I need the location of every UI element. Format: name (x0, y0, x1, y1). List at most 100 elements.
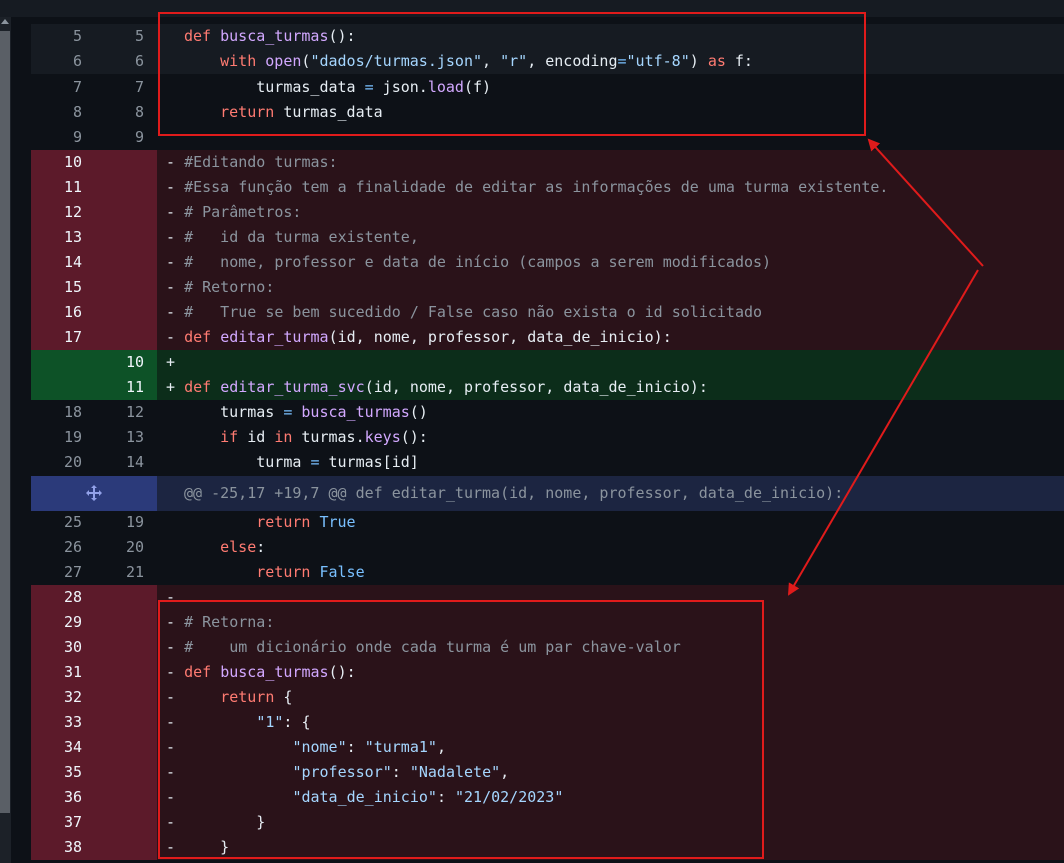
deleted-line[interactable]: 17 - def editar_turma(id, nome, professor… (31, 325, 1064, 350)
new-line-number: 21 (125, 563, 144, 581)
deleted-line[interactable]: 10 - #Editando turmas: (31, 150, 1064, 175)
added-line[interactable]: 10 + (31, 350, 1064, 375)
old-line-number: 14 (63, 253, 82, 271)
gutter-spacer (11, 17, 31, 863)
code-text: turmas = busca_turmas() (184, 403, 428, 421)
old-line-number: 29 (63, 613, 82, 631)
code-text: return False (256, 563, 365, 581)
code-text: + def editar_turma_svc(id, nome, profess… (166, 378, 708, 396)
added-line[interactable]: 11 + def editar_turma_svc(id, nome, profe… (31, 375, 1064, 400)
new-line-number: 9 (134, 128, 144, 146)
new-line-number: 5 (134, 27, 144, 45)
old-line-number: 10 (63, 153, 82, 171)
code-text: - # True se bem sucedido / False caso nã… (166, 303, 763, 321)
context-line[interactable]: 27 21 return False (31, 560, 1064, 585)
new-line-number (93, 635, 144, 660)
old-line-number: 32 (63, 688, 82, 706)
code-text: else: (220, 538, 266, 556)
old-line-number: 31 (63, 663, 82, 681)
old-line-number: 11 (63, 178, 82, 196)
scrollbar-thumb[interactable] (0, 31, 10, 813)
new-line-number (93, 225, 144, 250)
code-text: - # id da turma existente, (166, 228, 419, 246)
old-line-number: 16 (63, 303, 82, 321)
old-line-number: 38 (63, 838, 82, 856)
new-line-number: 13 (125, 428, 144, 446)
context-line[interactable]: 19 13 if id in turmas.keys(): (31, 425, 1064, 450)
new-line-number (93, 760, 144, 785)
old-line-number: 30 (63, 638, 82, 656)
new-line-number (93, 660, 144, 685)
deleted-line[interactable]: 14 - # nome, professor e data de início (… (31, 250, 1064, 275)
expand-hunk-icon[interactable] (83, 483, 105, 505)
new-line-number (93, 735, 144, 760)
old-line-number: 18 (63, 403, 82, 421)
new-line-number: 20 (125, 538, 144, 556)
context-line[interactable]: 25 19 return True (31, 510, 1064, 535)
old-line-number: 20 (63, 453, 82, 471)
old-line-number: 36 (63, 788, 82, 806)
new-line-number (93, 785, 144, 810)
old-line-number: 5 (72, 27, 82, 45)
new-line-number: 6 (134, 52, 144, 70)
annotation-box-removed-function (158, 600, 764, 859)
deleted-line[interactable]: 12 - # Parâmetros: (31, 200, 1064, 225)
old-line-number: 13 (63, 228, 82, 246)
old-line-number: 12 (63, 203, 82, 221)
vertical-scrollbar[interactable] (0, 17, 11, 863)
code-text: return True (256, 513, 356, 531)
new-line-number: 7 (134, 78, 144, 96)
new-line-number (93, 150, 144, 175)
new-line-number (93, 810, 144, 835)
code-text: if id in turmas.keys(): (220, 428, 428, 446)
old-line-number: 25 (63, 513, 82, 531)
new-line-number: 12 (125, 403, 144, 421)
old-line-number: 34 (63, 738, 82, 756)
code-text: - # Parâmetros: (166, 203, 302, 221)
new-line-number (93, 585, 144, 610)
scroll-up-arrow-icon[interactable] (1, 19, 9, 24)
new-line-number: 11 (125, 378, 144, 396)
new-line-number (93, 685, 144, 710)
new-line-number (93, 710, 144, 735)
new-line-number (93, 835, 144, 860)
deleted-line[interactable]: 13 - # id da turma existente, (31, 225, 1064, 250)
old-line-number: 19 (63, 428, 82, 446)
old-line-number: 7 (72, 78, 82, 96)
new-line-number (93, 250, 144, 275)
old-line-number: 33 (63, 713, 82, 731)
old-line-number: 28 (63, 588, 82, 606)
deleted-line[interactable]: 16 - # True se bem sucedido / False caso … (31, 300, 1064, 325)
new-line-number: 8 (134, 103, 144, 121)
old-line-number: 9 (72, 128, 82, 146)
old-line-number: 27 (63, 563, 82, 581)
code-text: - # Retorno: (166, 278, 275, 296)
code-text: + (166, 353, 176, 371)
old-line-number: 17 (63, 328, 82, 346)
new-line-number: 14 (125, 453, 144, 471)
hunk-header-text: @@ -25,17 +19,7 @@ def editar_turma(id, … (184, 484, 844, 502)
deleted-line[interactable]: 15 - # Retorno: (31, 275, 1064, 300)
new-line-number (93, 275, 144, 300)
code-text: - #Essa função tem a finalidade de edita… (166, 178, 889, 196)
old-line-number (31, 375, 82, 400)
old-line-number: 37 (63, 813, 82, 831)
new-line-number: 10 (125, 353, 144, 371)
new-line-number (93, 610, 144, 635)
code-text: turma = turmas[id] (184, 453, 419, 471)
context-line[interactable]: 20 14 turma = turmas[id] (31, 450, 1064, 475)
hunk-header: @@ -25,17 +19,7 @@ def editar_turma(id, … (31, 476, 1064, 511)
old-line-number: 15 (63, 278, 82, 296)
deleted-line[interactable]: 11 - #Essa função tem a finalidade de edi… (31, 175, 1064, 200)
old-line-number: 26 (63, 538, 82, 556)
context-line[interactable]: 18 12 turmas = busca_turmas() (31, 400, 1064, 425)
code-text: - def editar_turma(id, nome, professor, … (166, 328, 672, 346)
code-text: - #Editando turmas: (166, 153, 338, 171)
old-line-number (31, 350, 82, 375)
context-line[interactable]: 26 20 else: (31, 535, 1064, 560)
new-line-number (93, 175, 144, 200)
annotation-box-new-function (158, 12, 866, 136)
new-line-number (93, 325, 144, 350)
old-line-number: 35 (63, 763, 82, 781)
new-line-number (93, 200, 144, 225)
